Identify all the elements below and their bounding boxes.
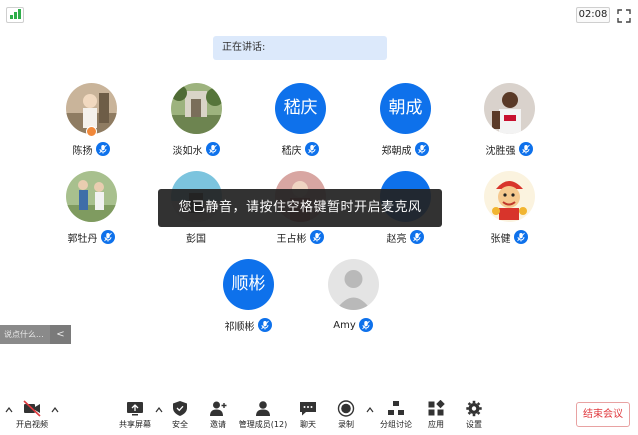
participant-tile[interactable]: 郭牡丹 <box>46 171 136 249</box>
participant-name: 赵亮 <box>386 233 407 245</box>
chevron-up-icon[interactable] <box>5 406 13 414</box>
settings-button[interactable]: 设置 <box>459 400 489 432</box>
chat-bubble-icon <box>300 402 316 416</box>
chevron-up-icon[interactable] <box>366 406 374 414</box>
record-icon <box>337 400 355 417</box>
video-off-icon <box>23 400 41 417</box>
participant-tile[interactable]: 朝成 郑朝成 <box>360 83 450 161</box>
gear-icon <box>466 400 482 417</box>
avatar: 朝成 <box>380 83 431 134</box>
participant-name: 张健 <box>490 233 511 245</box>
participant-name: Amy <box>333 319 356 331</box>
add-user-icon <box>210 401 227 416</box>
microphone-icon <box>304 142 319 156</box>
breakout-icon <box>388 401 404 415</box>
participant-name: 郭牡丹 <box>67 233 98 245</box>
network-signal-icon[interactable] <box>6 7 24 23</box>
breakout-rooms-button[interactable]: 分组讨论 <box>376 400 416 432</box>
microphone-icon <box>100 230 115 244</box>
meeting-toolbar: 开启视频 共享屏幕 安全 邀请 管理成员(12) 聊天 录制 分组讨论 应用 设… <box>0 396 638 435</box>
apps-button[interactable]: 应用 <box>421 400 451 432</box>
fullscreen-icon[interactable] <box>617 8 631 23</box>
microphone-icon <box>358 318 373 332</box>
record-button[interactable]: 录制 <box>331 400 361 432</box>
participant-name: 郑朝成 <box>381 145 412 157</box>
participant-tile[interactable]: 顺彬 祁顺彬 <box>203 259 293 337</box>
microphone-icon <box>414 142 429 156</box>
start-video-button[interactable]: 开启视频 <box>14 400 50 432</box>
microphone-icon <box>409 230 424 244</box>
chevron-up-icon[interactable] <box>51 406 59 414</box>
participant-tile[interactable]: 嵇庆 嵇庆 <box>255 83 345 161</box>
invite-button[interactable]: 邀请 <box>203 400 233 432</box>
microphone-icon <box>309 230 324 244</box>
avatar <box>66 171 117 222</box>
manage-participants-button[interactable]: 管理成员(12) <box>239 400 287 432</box>
chevron-up-icon[interactable] <box>155 406 163 414</box>
share-screen-icon <box>127 402 143 416</box>
avatar <box>171 83 222 134</box>
participant-name: 王占彬 <box>276 233 307 245</box>
microphone-icon <box>95 142 110 156</box>
shield-icon <box>173 401 187 416</box>
participant-name: 淡如水 <box>172 145 203 157</box>
active-speaker-label: 正在讲话: <box>213 36 387 60</box>
host-badge-icon <box>86 126 97 137</box>
meeting-timer: 02:08 <box>576 7 610 23</box>
microphone-icon <box>513 230 528 244</box>
participant-tile[interactable]: 淡如水 <box>151 83 241 161</box>
participant-name: 沈胜强 <box>485 145 516 157</box>
participant-name: 嵇庆 <box>281 145 302 157</box>
participant-tile[interactable]: 陈扬 <box>46 83 136 161</box>
participant-tile[interactable]: 沈胜强 <box>464 83 554 161</box>
share-screen-button[interactable]: 共享屏幕 <box>117 400 153 432</box>
security-button[interactable]: 安全 <box>165 400 195 432</box>
participant-tile[interactable]: 张健 <box>464 171 554 249</box>
participant-name: 祁顺彬 <box>224 321 255 333</box>
avatar <box>484 83 535 134</box>
chat-collapse-button[interactable]: < <box>50 325 71 344</box>
end-meeting-button[interactable]: 结束会议 <box>576 402 630 427</box>
participants-icon <box>256 401 270 416</box>
microphone-icon <box>257 318 272 332</box>
avatar: 顺彬 <box>223 259 274 310</box>
participant-name: 陈扬 <box>72 145 93 157</box>
default-avatar-icon <box>328 259 379 310</box>
microphone-icon <box>518 142 533 156</box>
participant-tile[interactable]: Amy <box>308 259 398 337</box>
top-bar: 02:08 <box>0 0 638 30</box>
participant-name: 彭国 <box>186 233 206 245</box>
microphone-icon <box>205 142 220 156</box>
avatar: 嵇庆 <box>275 83 326 134</box>
chat-button[interactable]: 聊天 <box>293 400 323 432</box>
avatar <box>484 171 535 222</box>
chat-input[interactable]: 说点什么... <box>0 325 50 344</box>
apps-grid-icon <box>428 400 445 416</box>
muted-toast: 您已静音，请按住空格键暂时开启麦克风 <box>158 189 442 227</box>
